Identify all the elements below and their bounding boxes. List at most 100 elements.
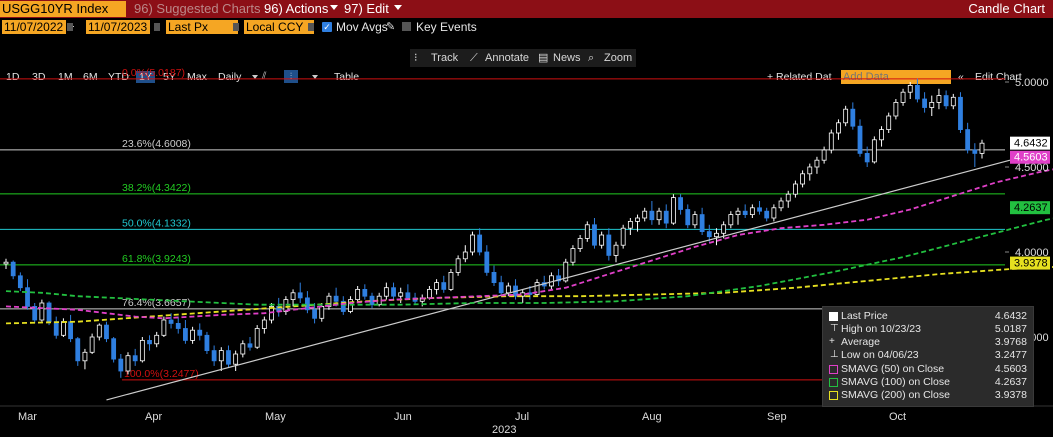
- currency-select[interactable]: Local CCY: [244, 20, 314, 34]
- candle-body: [592, 224, 597, 246]
- candle-body: [154, 334, 160, 345]
- settings-bar: 11/07/2022 11/07/2023 Last Px Local CCY …: [0, 18, 1053, 35]
- candle-body: [879, 129, 884, 141]
- start-calendar-icon[interactable]: [67, 23, 73, 31]
- candle-body: [735, 210, 741, 215]
- legend-low: ⊥ Low on 04/06/23 3.2477: [829, 349, 1027, 361]
- candle-body: [39, 302, 45, 321]
- candle-body: [828, 132, 834, 151]
- candle-body: [139, 339, 145, 362]
- legend-label: High on 10/23/23: [841, 323, 921, 335]
- candle-body: [671, 197, 676, 224]
- candle-body: [53, 321, 59, 336]
- candle-body: [692, 214, 698, 226]
- candle-body: [470, 234, 475, 253]
- candle-body: [434, 282, 439, 290]
- legend-label: Average: [841, 336, 880, 348]
- candle-body: [240, 343, 246, 355]
- end-date-field[interactable]: 11/07/2023: [86, 20, 150, 34]
- candle-body: [183, 328, 188, 341]
- candle-body: [685, 209, 691, 226]
- candle-body: [218, 350, 224, 362]
- candle-body: [82, 351, 88, 362]
- fib-label: 23.6%(4.6008): [122, 138, 191, 150]
- start-date-field[interactable]: 11/07/2022: [2, 20, 66, 34]
- candle-body: [297, 292, 303, 299]
- candle-body: [965, 129, 971, 151]
- pencil-icon[interactable]: ✎: [386, 20, 395, 34]
- key-events-label[interactable]: Key Events: [416, 20, 477, 34]
- actions-chevron-icon[interactable]: [330, 5, 338, 10]
- candle-body: [46, 302, 52, 323]
- candle-body: [714, 232, 719, 238]
- candle-body: [635, 217, 640, 222]
- candle-body: [211, 350, 217, 362]
- price-field-chevron-icon[interactable]: [233, 23, 239, 31]
- edit-menu[interactable]: 97) Edit: [344, 0, 389, 18]
- candle-body: [606, 234, 612, 256]
- key-events-checkbox[interactable]: [402, 22, 411, 31]
- candle-body: [398, 292, 404, 297]
- legend-value: 3.2477: [994, 349, 1027, 361]
- news-button[interactable]: News: [553, 51, 581, 65]
- candle-body: [247, 343, 253, 348]
- candle-body: [850, 108, 856, 127]
- candle-body: [441, 282, 447, 290]
- legend-swatch-icon: [829, 312, 838, 321]
- legend-sma200: SMAVG (200) on Close 3.9378: [829, 389, 1027, 401]
- candle-body: [319, 305, 325, 319]
- candle-body: [427, 288, 432, 299]
- track-button[interactable]: Track: [431, 51, 458, 65]
- candle-body: [477, 234, 483, 253]
- fib-label: 61.8%(3.9243): [122, 253, 191, 265]
- candle-body: [800, 173, 805, 185]
- candle-body: [10, 261, 16, 277]
- legend-swatch-icon: [829, 365, 838, 374]
- candle-body: [620, 227, 626, 246]
- candle-body: [663, 210, 669, 224]
- candle-body: [462, 251, 468, 260]
- candle-body: [943, 95, 949, 107]
- legend-value: 5.0187: [994, 323, 1027, 335]
- suggested-charts-button[interactable]: 96) Suggested Charts: [134, 0, 260, 18]
- candle-body: [491, 271, 497, 283]
- candle-body: [907, 84, 913, 93]
- candle-body: [391, 287, 396, 297]
- candle-body: [25, 287, 30, 307]
- mov-avgs-label[interactable]: Mov Avgs: [336, 20, 388, 34]
- low-marker-icon: ⊥: [830, 349, 839, 360]
- actions-menu[interactable]: 96) Actions: [264, 0, 328, 18]
- candle-body: [89, 336, 95, 353]
- price-field-select[interactable]: Last Px: [166, 20, 238, 34]
- year-label: 2023: [492, 424, 516, 436]
- zoom-icon[interactable]: ⌕: [588, 51, 594, 65]
- track-icon[interactable]: ⁝: [414, 51, 418, 65]
- candle-body: [836, 122, 841, 134]
- candle-body: [778, 200, 784, 209]
- legend-high: ⊤ High on 10/23/23 5.0187: [829, 323, 1027, 335]
- fib-label: 0.0%(5.0187): [122, 67, 185, 79]
- candle-body: [821, 149, 827, 161]
- x-tick-label: Apr: [145, 411, 162, 423]
- candle-body: [649, 210, 655, 221]
- candle-body: [764, 210, 770, 219]
- candle-body: [570, 248, 576, 263]
- zoom-button[interactable]: Zoom: [604, 51, 632, 65]
- news-icon[interactable]: ▤: [538, 51, 548, 65]
- edit-chevron-icon[interactable]: [394, 5, 402, 10]
- mov-avgs-checkbox[interactable]: ✓: [322, 22, 332, 32]
- legend-value: 3.9378: [994, 389, 1027, 401]
- candle-body: [3, 261, 9, 265]
- candle-body: [254, 328, 260, 348]
- end-calendar-icon[interactable]: [154, 23, 160, 31]
- candle-body: [104, 324, 109, 340]
- candle-body: [505, 285, 511, 294]
- price-tag-label: 4.6432: [1014, 138, 1048, 150]
- currency-chevron-icon[interactable]: [308, 23, 314, 31]
- annotate-button[interactable]: Annotate: [485, 51, 529, 65]
- candle-body: [706, 231, 712, 238]
- annotate-icon[interactable]: ⟋: [470, 51, 478, 65]
- candle-body: [871, 139, 877, 163]
- ticker-field[interactable]: USGG10YR Index: [0, 1, 126, 17]
- legend-swatch-icon: [829, 391, 838, 400]
